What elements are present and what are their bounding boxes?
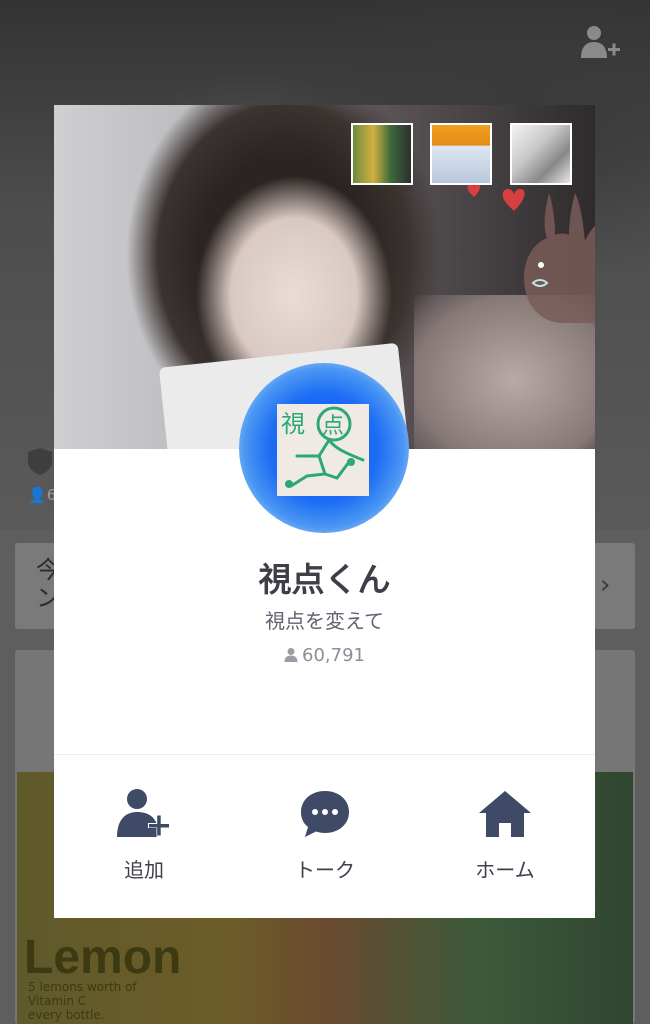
profile-name: 視点くん (258, 560, 391, 599)
person-icon: 👤 (28, 486, 47, 504)
friend-count-value: 60,791 (302, 645, 365, 666)
chevron-right-icon: › (600, 570, 611, 600)
home-icon (479, 791, 531, 837)
add-friend-label: 追加 (124, 858, 164, 882)
home-label: ホーム (475, 858, 535, 882)
svg-text:点: 点 (322, 414, 344, 439)
add-friend-icon (117, 789, 170, 837)
avatar-drawing: 視 点 (277, 404, 369, 496)
home-button[interactable]: ホーム (435, 785, 575, 885)
chat-label: トーク (295, 858, 355, 882)
background-photo-text: Lemon (24, 931, 182, 984)
add-friend-button[interactable]: 追加 (74, 785, 214, 885)
profile-card: 視 点 視点くん 視点を変えて 60,791 追加 トーク ホーム (54, 105, 595, 918)
chat-button[interactable]: トーク (255, 785, 395, 885)
chat-bubble-icon (301, 791, 349, 837)
background-friend-count: 👤6 (28, 486, 57, 504)
cover-thumbnail[interactable] (510, 123, 572, 185)
add-friend-icon[interactable] (578, 24, 622, 64)
svg-text:視: 視 (281, 410, 305, 438)
cover-thumbnail[interactable] (430, 123, 492, 185)
status-message: 視点を変えて (265, 609, 384, 633)
rabbit-icon (524, 193, 595, 323)
friend-count: 60,791 (54, 645, 595, 666)
background-photo-small-text: 5 lemons worth of Vitamin C every bottle… (28, 980, 137, 1022)
divider (54, 754, 595, 755)
shield-icon (28, 448, 52, 475)
person-icon (284, 648, 298, 662)
avatar[interactable]: 視 点 (277, 404, 369, 496)
cover-thumbnail[interactable] (351, 123, 413, 185)
